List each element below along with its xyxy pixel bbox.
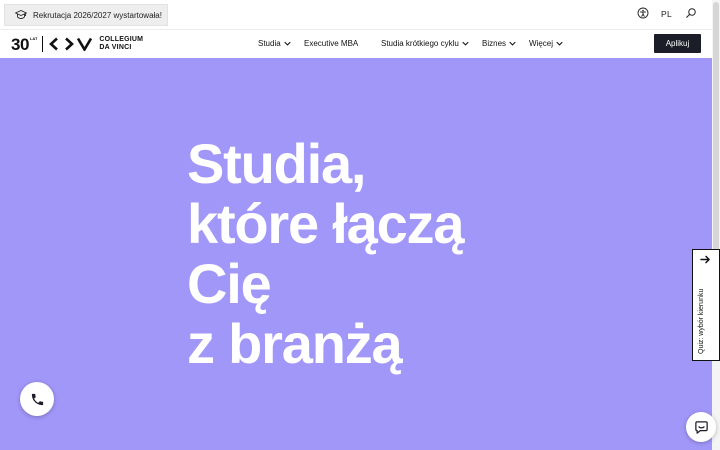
- logo-line-2: DA VINCI: [99, 44, 132, 51]
- apply-button[interactable]: Aplikuj: [654, 34, 701, 53]
- hero-headline-line: z branżą: [187, 312, 403, 375]
- nav-item-label: Więcej: [529, 39, 554, 48]
- logo-line-1: COLLEGIUM: [99, 36, 144, 43]
- logo-wordmark: COLLEGIUM DA VINCI: [99, 36, 143, 52]
- hero-headline-line: Studia,: [187, 132, 366, 195]
- chevron-down-icon: [556, 41, 563, 46]
- language-switcher[interactable]: PL: [661, 9, 672, 19]
- nav-item-wiecej[interactable]: Więcej: [529, 39, 563, 48]
- recruitment-announcement[interactable]: Rekrutacja 2026/2027 wystartowała!: [4, 4, 168, 26]
- nav-item-label: Studia: [258, 39, 281, 48]
- phone-button[interactable]: [20, 382, 54, 416]
- logo-years-suffix: LAT: [29, 36, 38, 41]
- hero-headline-line: Cię: [187, 252, 272, 315]
- announcement-text: Rekrutacja 2026/2027 wystartowała!: [33, 10, 162, 20]
- top-utility-bar: Rekrutacja 2026/2027 wystartowała! PL: [0, 0, 712, 30]
- chevron-down-icon: [284, 41, 291, 46]
- search-icon: [686, 8, 696, 18]
- chat-icon: [694, 420, 708, 434]
- accessibility-button[interactable]: [637, 7, 649, 19]
- chat-button[interactable]: [686, 412, 716, 442]
- hero-headline: Studia, które łączą Cię z branżą: [187, 132, 464, 375]
- quiz-label: Quiz: wybór kierunku: [698, 288, 705, 354]
- graduation-cap-icon: [15, 10, 27, 19]
- search-button[interactable]: [685, 7, 697, 19]
- quiz-side-tab[interactable]: Quiz: wybór kierunku: [692, 249, 720, 361]
- phone-icon: [31, 393, 43, 405]
- collegium-da-vinci-logo[interactable]: 30 LAT COLLEGIUM DA VINCI: [11, 35, 143, 53]
- nav-item-biznes[interactable]: Biznes: [482, 39, 516, 48]
- cdv-logo-mark: [49, 37, 93, 51]
- nav-item-studia[interactable]: Studia: [258, 39, 291, 48]
- nav-item-executive-mba[interactable]: Executive MBA: [304, 39, 358, 48]
- main-navigation: 30 LAT COLLEGIUM DA VINCI Studia Executi…: [0, 30, 712, 58]
- nav-item-label: Executive MBA: [304, 39, 359, 48]
- nav-item-label: Studia krótkiego cyklu: [381, 39, 459, 48]
- nav-item-studia-krotkiego-cyklu[interactable]: Studia krótkiego cyklu: [381, 39, 469, 48]
- chevron-down-icon: [509, 41, 516, 46]
- logo-years: 30: [11, 34, 29, 54]
- logo-divider: [42, 36, 44, 52]
- nav-item-label: Biznes: [482, 39, 507, 48]
- accessibility-icon: [637, 7, 649, 19]
- arrow-right-icon: [700, 255, 710, 264]
- chevron-down-icon: [462, 41, 469, 46]
- hero-headline-line: które łączą: [187, 192, 464, 255]
